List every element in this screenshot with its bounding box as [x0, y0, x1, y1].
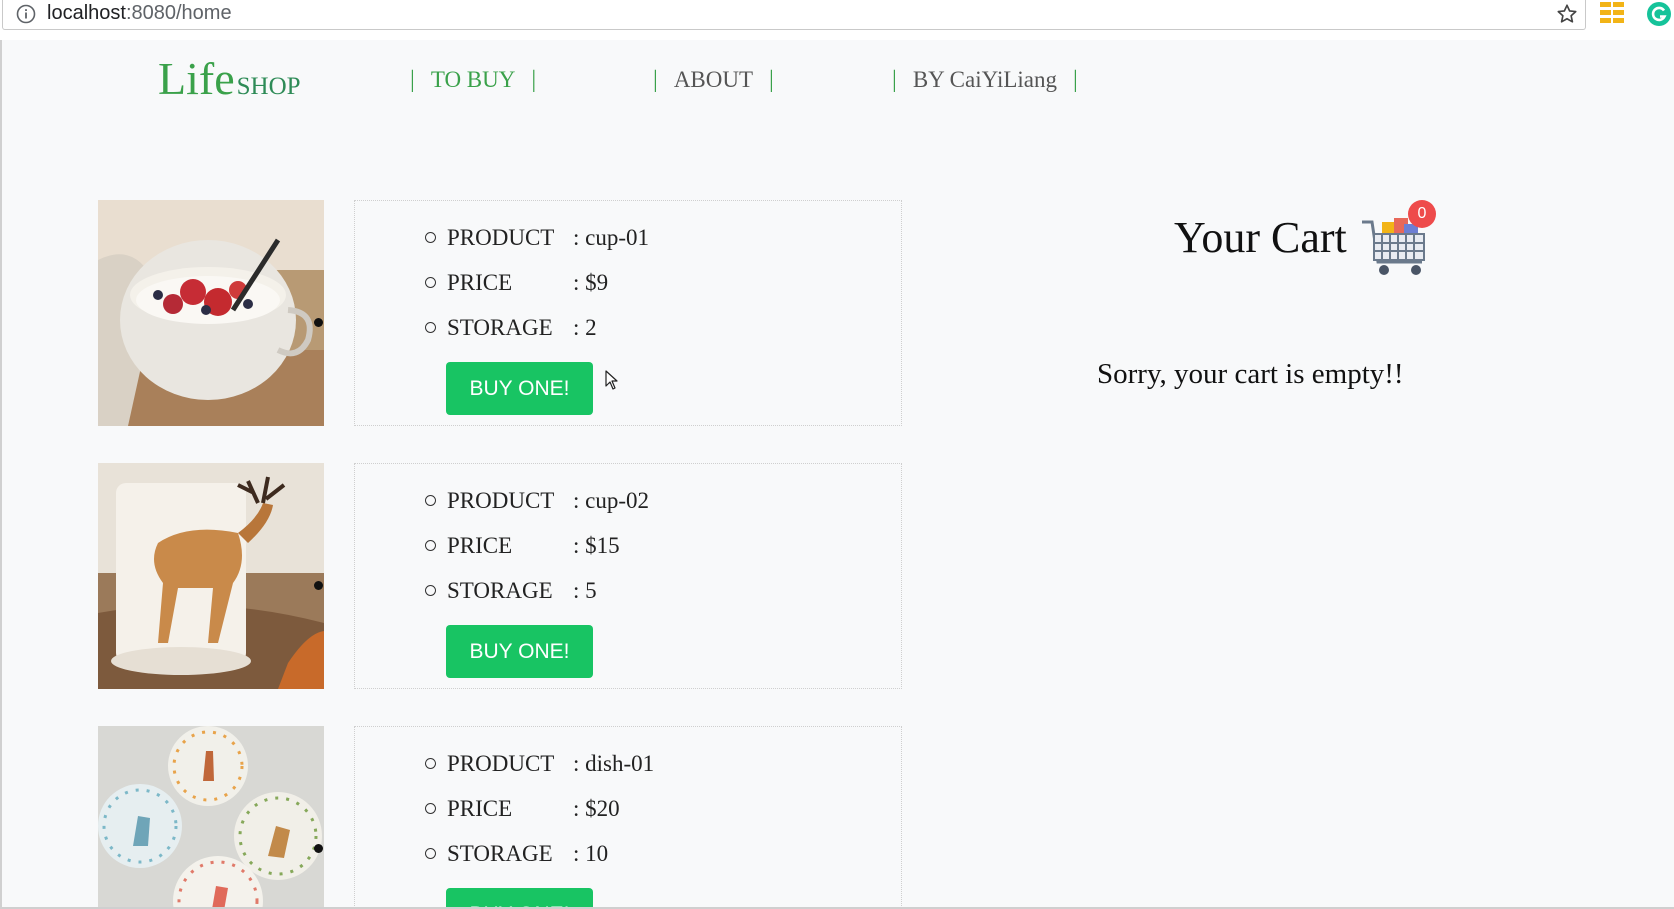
nav-divider: | [410, 66, 415, 93]
info-icon[interactable] [15, 3, 37, 25]
product-name-row: PRODUCT : dish-01 [425, 741, 654, 786]
url-path: :8080/home [125, 2, 232, 24]
url-host: localhost [47, 2, 126, 24]
nav-item-about[interactable]: | ABOUT | [637, 64, 790, 96]
buy-one-button[interactable]: BUY ONE! [446, 888, 593, 909]
site-logo[interactable]: LifeSHOP [158, 52, 301, 105]
nav-label-by[interactable]: BY CaiYiLiang [913, 67, 1057, 93]
product-storage-row: STORAGE : 5 [425, 568, 649, 613]
product-card: PRODUCT : cup-02 PRICE : $15 STORAGE : 5 BU… [98, 463, 902, 689]
product-storage: : 10 [573, 840, 609, 866]
product-storage: : 5 [573, 577, 597, 603]
product-name: : cup-02 [573, 487, 650, 513]
address-bar[interactable]: localhost:8080/home [2, 0, 1586, 30]
buy-one-button[interactable]: BUY ONE! [446, 625, 593, 678]
nav-divider: | [653, 66, 658, 93]
product-card: PRODUCT: dish-01 PRICE: $20 STORAGE: 10 … [98, 726, 902, 909]
product-info-list: PRODUCT : cup-01 PRICE : $9 STORAGE : 2 [425, 215, 649, 350]
nav-divider: | [531, 66, 537, 93]
product-price: : $15 [573, 532, 620, 558]
product-card: PRODUCT : cup-01 PRICE : $9 STORAGE : 2 BUY… [98, 200, 902, 426]
product-price-row: PRICE : $9 [425, 260, 649, 305]
cart-count-badge: 0 [1408, 200, 1436, 228]
product-label: PRODUCT [447, 487, 555, 513]
product-info-list: PRODUCT : dish-01 PRICE : $20 STORAGE : 10 [425, 741, 654, 876]
product-price-row: PRICE : $20 [425, 786, 654, 831]
product-price: : $9 [573, 269, 609, 295]
url-text[interactable]: localhost:8080/home [47, 2, 232, 25]
yogurt-cup-image [98, 200, 324, 426]
nav-label-to-buy[interactable]: TO BUY [431, 67, 516, 93]
carousel-dot [314, 318, 323, 327]
product-price: : $20 [573, 795, 620, 821]
cart-empty-message: Sorry, your cart is empty!! [1097, 358, 1404, 390]
product-name-row: PRODUCT : cup-01 [425, 215, 649, 260]
product-storage: : 2 [573, 314, 597, 340]
price-label: PRICE [447, 269, 513, 295]
grammarly-icon[interactable] [1646, 1, 1672, 27]
nav-item-to-buy[interactable]: | TO BUY | [394, 64, 552, 96]
product-info-list: PRODUCT : cup-02 PRICE : $15 STORAGE : 5 [425, 478, 649, 613]
product-price-row: PRICE : $15 [425, 523, 649, 568]
product-name: : dish-01 [573, 750, 655, 776]
logo-sub-text: SHOP [236, 73, 301, 100]
product-image [98, 463, 324, 689]
logo-main-text: Life [158, 53, 235, 104]
product-name: : cup-01 [573, 224, 650, 250]
nav-divider: | [769, 66, 774, 93]
product-info-box: PRODUCT: dish-01 PRICE: $20 STORAGE: 10 … [354, 726, 902, 909]
product-image [98, 200, 324, 426]
storage-label: STORAGE [447, 314, 553, 340]
browser-chrome: localhost:8080/home [0, 0, 1674, 40]
extension-grid-icon[interactable] [1600, 2, 1626, 24]
nav-item-by[interactable]: | BY CaiYiLiang | [876, 64, 1094, 96]
carousel-dot [314, 581, 323, 590]
mouse-cursor-icon [605, 370, 618, 390]
price-label: PRICE [447, 532, 513, 558]
storage-label: STORAGE [447, 840, 553, 866]
carousel-dot [314, 844, 323, 853]
product-name-row: PRODUCT : cup-02 [425, 478, 649, 523]
product-label: PRODUCT [447, 750, 555, 776]
nav-label-about[interactable]: ABOUT [674, 67, 753, 93]
deer-mug-image [98, 463, 324, 689]
product-storage-row: STORAGE : 2 [425, 305, 649, 350]
product-label: PRODUCT [447, 224, 555, 250]
cart-title: Your Cart [1174, 213, 1347, 262]
storage-label: STORAGE [447, 577, 553, 603]
animal-dishes-image [98, 726, 324, 909]
nav-divider: | [1072, 66, 1078, 93]
nav-divider: | [892, 66, 897, 93]
product-storage-row: STORAGE : 10 [425, 831, 654, 876]
page-viewport: LifeSHOP | TO BUY | | ABOUT | | BY CaiYi… [0, 40, 1674, 909]
product-info-box: PRODUCT : cup-02 PRICE : $15 STORAGE : 5 BU… [354, 463, 902, 689]
product-info-box: PRODUCT : cup-01 PRICE : $9 STORAGE : 2 BUY… [354, 200, 902, 426]
price-label: PRICE [447, 795, 513, 821]
buy-one-button[interactable]: BUY ONE! [446, 362, 593, 415]
product-image [98, 726, 324, 909]
bookmark-star-icon[interactable] [1553, 0, 1581, 28]
